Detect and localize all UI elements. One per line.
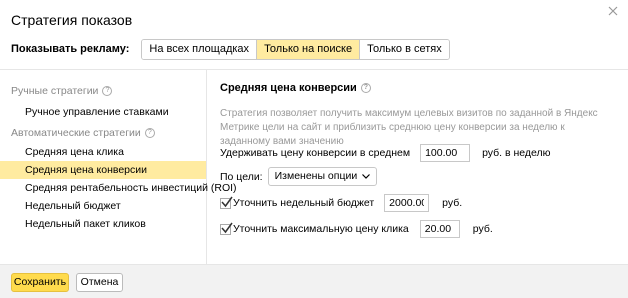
sidebar-item-manual-bids[interactable]: Ручное управление ставками bbox=[0, 103, 206, 121]
show-ads-option-networks[interactable]: Только в сетях bbox=[360, 39, 449, 59]
weekly-budget-unit: руб. bbox=[442, 197, 463, 209]
show-ads-segmented-control: На всех площадках Только на поиске Тольк… bbox=[141, 38, 450, 60]
chevron-down-icon bbox=[362, 174, 371, 179]
checkmark-icon bbox=[221, 222, 233, 233]
dialog-title: Стратегия показов bbox=[11, 12, 133, 28]
goal-label: По цели: bbox=[220, 170, 263, 183]
hold-price-row: Удерживать цену конверсии в среднем руб.… bbox=[220, 144, 551, 162]
max-price-unit: руб. bbox=[472, 223, 493, 235]
settings-title-row: Средняя цена конверсии ? bbox=[220, 82, 371, 94]
show-ads-row: Показывать рекламу: На всех площадках То… bbox=[11, 38, 450, 60]
sidebar-item-avg-roi[interactable]: Средняя рентабельность инвестиций (ROI) bbox=[0, 179, 237, 197]
show-ads-option-all[interactable]: На всех площадках bbox=[142, 39, 258, 59]
weekly-budget-checkbox[interactable] bbox=[220, 196, 233, 209]
sidebar-item-avg-cpc[interactable]: Средняя цена клика bbox=[0, 143, 206, 161]
hold-price-unit: руб. в неделю bbox=[482, 147, 551, 159]
goal-row: По цели: Изменены опции bbox=[220, 167, 378, 186]
max-price-checkbox[interactable] bbox=[220, 222, 233, 235]
sidebar-group-label: Ручные стратегии bbox=[11, 85, 99, 97]
goal-value: Изменены опции bbox=[274, 170, 358, 182]
show-ads-label: Показывать рекламу: bbox=[11, 43, 130, 55]
max-price-label: Уточнить максимальную цену клика bbox=[233, 223, 409, 235]
sidebar-item-weekly-clicks[interactable]: Недельный пакет кликов bbox=[0, 215, 206, 233]
help-icon[interactable]: ? bbox=[360, 83, 371, 93]
show-ads-option-search[interactable]: Только на поиске bbox=[257, 39, 361, 59]
settings-title: Средняя цена конверсии bbox=[220, 82, 357, 94]
sidebar-item-avg-cpa[interactable]: Средняя цена конверсии bbox=[0, 161, 206, 179]
sidebar-group-label: Автоматические стратегии bbox=[11, 127, 141, 139]
hold-price-label: Удерживать цену конверсии в среднем bbox=[220, 147, 411, 159]
strategy-description: Стратегия позволяет получить максимум це… bbox=[220, 108, 598, 147]
dialog-footer: Сохранить Отмена bbox=[0, 264, 628, 298]
close-icon[interactable] bbox=[608, 6, 618, 16]
cancel-button[interactable]: Отмена bbox=[76, 273, 123, 292]
checkmark-icon bbox=[221, 196, 233, 207]
sidebar-group-manual: Ручные стратегии ? bbox=[11, 85, 113, 97]
weekly-budget-row: Уточнить недельный бюджет руб. bbox=[220, 194, 462, 212]
strategy-sidebar: Ручные стратегии ? Ручное управление ста… bbox=[0, 70, 237, 264]
weekly-budget-input[interactable] bbox=[384, 194, 430, 212]
help-icon[interactable]: ? bbox=[102, 86, 113, 96]
max-price-row: Уточнить максимальную цену клика руб. bbox=[220, 220, 493, 238]
save-button[interactable]: Сохранить bbox=[11, 273, 69, 292]
help-icon[interactable]: ? bbox=[144, 128, 155, 138]
hold-price-input[interactable] bbox=[420, 144, 471, 162]
sidebar-group-auto: Автоматические стратегии ? bbox=[11, 127, 155, 139]
weekly-budget-label: Уточнить недельный бюджет bbox=[233, 197, 375, 209]
max-price-input[interactable] bbox=[419, 220, 460, 238]
goal-dropdown[interactable]: Изменены опции bbox=[267, 167, 378, 186]
strategy-dialog: Стратегия показов Показывать рекламу: На… bbox=[0, 0, 628, 298]
sidebar-item-weekly-budget[interactable]: Недельный бюджет bbox=[0, 197, 206, 215]
